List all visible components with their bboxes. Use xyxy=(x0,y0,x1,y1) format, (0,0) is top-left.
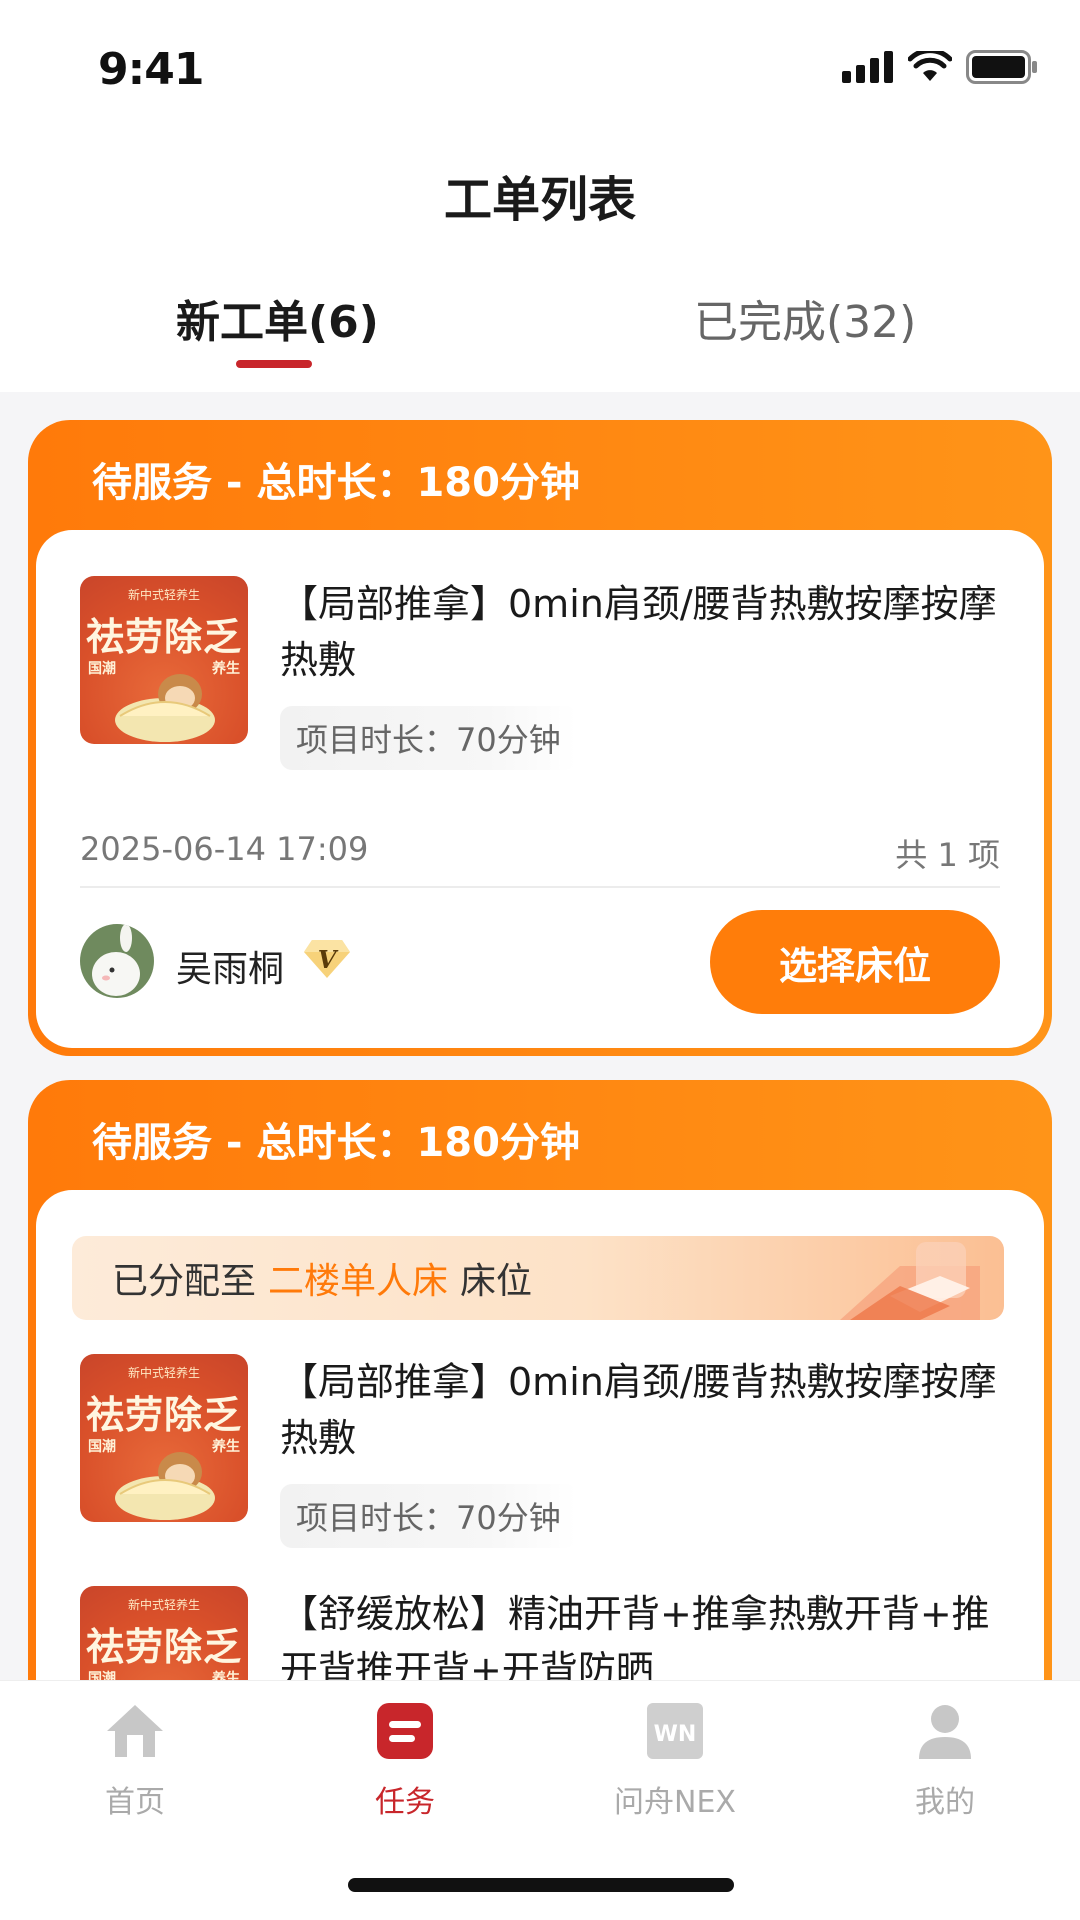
signal-icon xyxy=(842,51,893,83)
user-name: 吴雨桐 xyxy=(176,949,285,990)
thumb-big-text: 祛劳除乏 xyxy=(85,1624,242,1669)
assigned-bed-name: 二楼单人床 xyxy=(268,1261,449,1302)
assigned-prefix: 已分配至 xyxy=(112,1261,257,1302)
assigned-bed-banner: 已分配至 二楼单人床 床位 xyxy=(72,1236,1004,1320)
status-icons xyxy=(842,50,1038,84)
service-thumbnail: 新中式轻养生 祛劳除乏 国潮 养生 xyxy=(80,1354,248,1522)
tab-new-orders[interactable]: 新工单(6) xyxy=(176,286,379,350)
page-title: 工单列表 xyxy=(443,172,636,228)
active-tab-indicator xyxy=(236,360,312,368)
service-thumbnail: 新中式轻养生 祛劳除乏 国潮 养生 xyxy=(80,576,248,744)
sleeping-monkey-icon xyxy=(115,674,215,742)
home-indicator xyxy=(348,1878,734,1892)
profile-icon xyxy=(913,1699,977,1763)
service-title: 【局部推拿】0min肩颈/腰背热敷按摩按摩热敷 xyxy=(280,582,997,682)
tabbar-item-tasks[interactable]: 任务 xyxy=(330,1699,480,1821)
svg-text:WN: WN xyxy=(654,1722,697,1747)
tabbar-label: 我的 xyxy=(915,1785,975,1820)
bed-icon xyxy=(840,1242,980,1320)
home-icon xyxy=(103,1699,167,1763)
status-time: 9:41 xyxy=(98,44,204,95)
order-card[interactable]: 待服务 - 总时长：180分钟 新中式轻养生 祛劳除乏 国潮 养生 【局部推拿】… xyxy=(28,420,1052,1056)
wn-logo-icon: WN xyxy=(643,1699,707,1763)
battery-icon xyxy=(966,50,1037,84)
top-bar: 9:41 工单列表 新工单(6) 已完成(32) xyxy=(0,0,1080,392)
vip-badge-icon: V xyxy=(304,940,350,978)
service-duration: 项目时长：70分钟 xyxy=(280,706,577,770)
tabbar-label: 问舟NEX xyxy=(614,1785,736,1820)
assigned-suffix: 床位 xyxy=(460,1261,533,1302)
tabbar-item-mine[interactable]: 我的 xyxy=(870,1699,1020,1821)
wifi-icon xyxy=(908,51,952,81)
task-icon xyxy=(373,1699,437,1763)
thumb-small-text: 新中式轻养生 xyxy=(127,1366,200,1380)
order-card-header: 待服务 - 总时长：180分钟 xyxy=(92,460,580,506)
tabbar-item-wenzhou[interactable]: WN 问舟NEX xyxy=(600,1699,750,1821)
sleeping-monkey-icon xyxy=(115,1452,215,1520)
thumb-big-text: 祛劳除乏 xyxy=(85,614,242,659)
divider xyxy=(80,886,1000,888)
order-time: 2025-06-14 17:09 xyxy=(80,830,369,868)
tab-completed[interactable]: 已完成(32) xyxy=(694,286,916,350)
service-duration: 项目时长：70分钟 xyxy=(280,1484,577,1548)
thumb-big-text: 祛劳除乏 xyxy=(85,1392,242,1437)
avatar xyxy=(80,924,154,998)
thumb-small-text: 新中式轻养生 xyxy=(127,1598,200,1612)
tabbar-label: 任务 xyxy=(375,1785,435,1820)
svg-text:V: V xyxy=(318,945,339,974)
tabbar-item-home[interactable]: 首页 xyxy=(60,1699,210,1821)
item-count: 共 1 项 xyxy=(895,836,1000,874)
service-title: 【局部推拿】0min肩颈/腰背热敷按摩按摩热敷 xyxy=(280,1360,997,1460)
rabbit-avatar-icon xyxy=(92,924,140,996)
tabbar-label: 首页 xyxy=(105,1785,165,1820)
order-card-header: 待服务 - 总时长：180分钟 xyxy=(92,1120,580,1166)
order-card-body: 新中式轻养生 祛劳除乏 国潮 养生 【局部推拿】0min肩颈/腰背热敷按摩按摩热… xyxy=(36,530,1044,1048)
select-bed-button[interactable]: 选择床位 xyxy=(710,910,1000,1014)
thumb-small-text: 新中式轻养生 xyxy=(127,588,200,602)
